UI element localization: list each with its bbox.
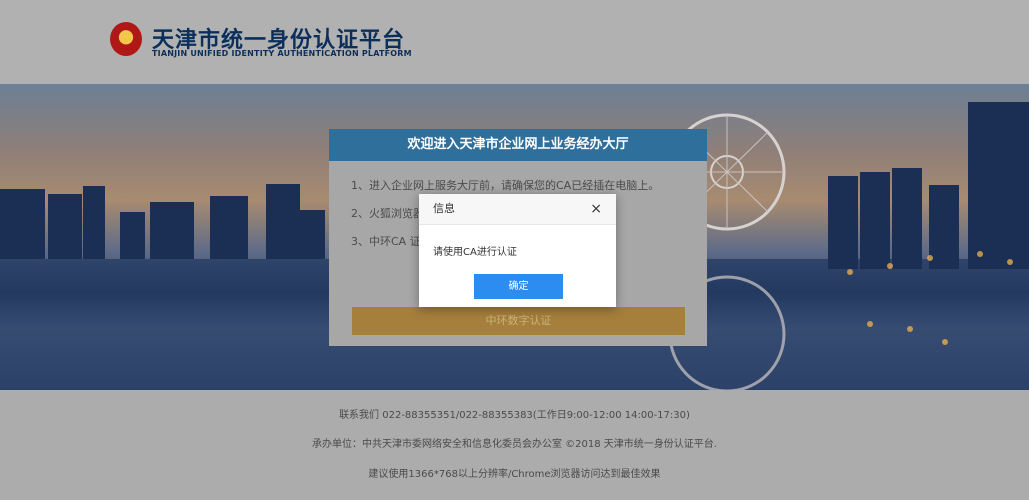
instruction-item: 1、进入企业网上服务大厅前，请确保您的CA已经插在电脑上。 (351, 179, 660, 192)
browser-recommendation: 建议使用1366*768以上分辨率/Chrome浏览器访问达到最佳效果 (368, 469, 661, 480)
welcome-panel-title: 欢迎进入天津市企业网上业务经办大厅 (329, 129, 707, 161)
dialog-message: 请使用CA进行认证 (433, 247, 517, 258)
info-dialog: 信息 × 请使用CA进行认证 确定 (419, 194, 616, 307)
site-header: 天津市统一身份认证平台 TIANJIN UNIFIED IDENTITY AUT… (0, 0, 1029, 84)
organizer-info: 承办单位：中共天津市委网络安全和信息化委员会办公室 ©2018 天津市统一身份认… (312, 439, 717, 450)
dialog-title: 信息 (419, 194, 616, 225)
national-emblem-icon (110, 22, 142, 56)
site-footer: 联系我们 022-88355351/022-88355383(工作日9:00-1… (0, 390, 1029, 500)
contact-info: 联系我们 022-88355351/022-88355383(工作日9:00-1… (339, 410, 690, 421)
site-subtitle: TIANJIN UNIFIED IDENTITY AUTHENTICATION … (152, 49, 412, 58)
ca-auth-button[interactable]: 中环数字认证 (352, 307, 685, 335)
confirm-button[interactable]: 确定 (474, 274, 563, 299)
close-icon[interactable]: × (590, 201, 602, 217)
